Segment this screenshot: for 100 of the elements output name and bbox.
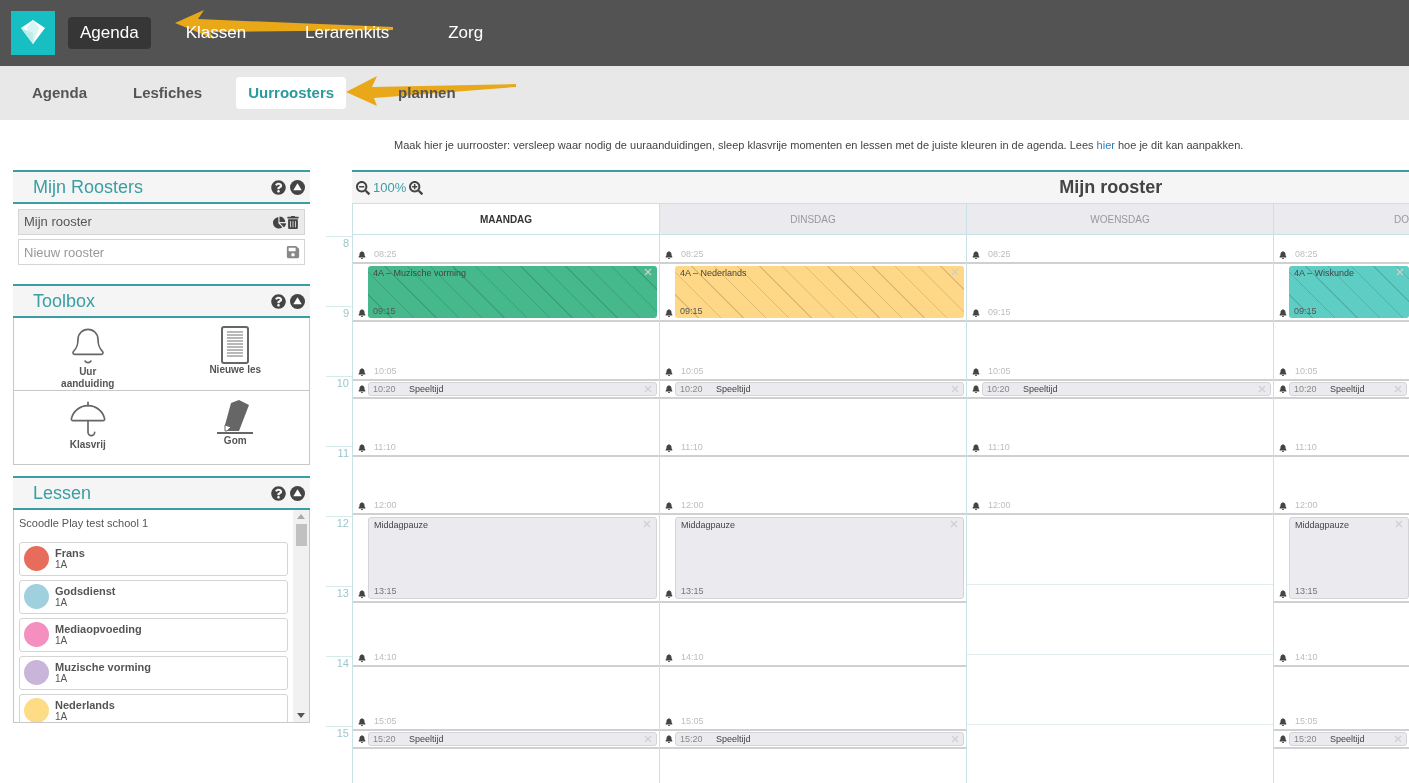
bell-icon[interactable] — [1279, 368, 1287, 376]
bell-icon[interactable] — [1279, 654, 1287, 662]
day-header[interactable]: DINSDAG — [660, 204, 966, 235]
bell-icon[interactable] — [665, 309, 673, 317]
bell-icon[interactable] — [1279, 718, 1287, 726]
break-block[interactable]: Middagpauze 13:15 — [675, 517, 964, 599]
bell-icon[interactable] — [665, 502, 673, 510]
bell-icon[interactable] — [665, 654, 673, 662]
tool-item[interactable]: Nieuwe les — [161, 318, 309, 391]
bell-icon[interactable] — [358, 251, 366, 259]
bell-icon[interactable] — [972, 444, 980, 452]
new-rooster-field[interactable]: Nieuw rooster — [18, 239, 305, 265]
bell-icon[interactable] — [972, 368, 980, 376]
block-title: Speeltijd — [409, 734, 445, 744]
trash-icon[interactable] — [287, 215, 299, 229]
help-icon[interactable] — [271, 485, 286, 501]
lesson-card[interactable]: Nederlands 1A — [19, 693, 288, 722]
sub-tab[interactable]: Agenda — [20, 77, 99, 109]
help-link[interactable]: hier — [1096, 139, 1115, 151]
bell-icon[interactable] — [665, 444, 673, 452]
tool-item[interactable]: Klasvrij — [14, 391, 162, 465]
bell-icon[interactable] — [972, 385, 980, 393]
sub-tab[interactable]: Uurroosters — [236, 77, 347, 109]
lesson-name: Mediaopvoeding — [55, 623, 142, 635]
break-block[interactable]: 15:20 Speeltijd — [675, 732, 964, 746]
bell-icon[interactable] — [665, 368, 673, 376]
block-title: 4A – Nederlands — [680, 268, 748, 279]
save-icon[interactable] — [286, 245, 300, 259]
day-header[interactable]: WOENSDAG — [967, 204, 1273, 235]
break-block[interactable]: 10:20 Speeltijd — [982, 382, 1271, 396]
lesson-card[interactable]: Muzische vorming 1A — [19, 655, 288, 690]
eraser-icon — [215, 399, 256, 435]
sub-tab[interactable]: Lesfiches — [121, 77, 215, 109]
bell-icon[interactable] — [1279, 590, 1287, 598]
bell-icon[interactable] — [1279, 309, 1287, 317]
bell-icon[interactable] — [1279, 502, 1287, 510]
document-icon — [221, 326, 250, 364]
nav-tab[interactable]: Agenda — [68, 17, 151, 49]
day-header[interactable]: DO — [1274, 204, 1409, 235]
bell-icon[interactable] — [1279, 385, 1287, 393]
bell-icon[interactable] — [358, 444, 366, 452]
rooster-item[interactable]: Mijn rooster — [18, 209, 305, 235]
lesson-block[interactable]: 4A – Muzische vorming 09:15 — [368, 266, 657, 318]
bell-icon[interactable] — [358, 654, 366, 662]
lesson-card[interactable]: Godsdienst 1A — [19, 579, 288, 614]
slot-time: 12:00 — [1295, 500, 1318, 510]
collapse-icon[interactable] — [290, 485, 305, 501]
lesson-block[interactable]: 4A – Wiskunde 09:15 — [1289, 266, 1409, 318]
bell-icon[interactable] — [665, 251, 673, 259]
break-block[interactable]: 10:20 Speeltijd — [368, 382, 657, 396]
lesson-card[interactable]: Mediaopvoeding 1A — [19, 617, 288, 652]
bell-icon[interactable] — [665, 735, 673, 743]
bell-icon[interactable] — [358, 502, 366, 510]
slot-time: 15:05 — [681, 716, 704, 726]
panel-title: Mijn Roosters — [32, 175, 145, 199]
scrollbar[interactable] — [293, 510, 309, 722]
lesson-block[interactable]: 4A – Nederlands 09:15 — [675, 266, 964, 318]
bell-icon[interactable] — [358, 368, 366, 376]
bell-icon[interactable] — [358, 590, 366, 598]
help-icon[interactable] — [271, 293, 286, 309]
bell-icon[interactable] — [972, 502, 980, 510]
lesson-card[interactable]: Frans 1A — [19, 541, 288, 576]
nav-tab[interactable]: Zorg — [436, 17, 496, 49]
panel-title: Lessen — [32, 481, 93, 505]
tool-item[interactable]: Uur aanduiding — [14, 318, 162, 391]
bell-icon[interactable] — [358, 385, 366, 393]
bell-icon[interactable] — [1279, 251, 1287, 259]
break-block[interactable]: 15:20 Speeltijd — [368, 732, 657, 746]
collapse-icon[interactable] — [290, 179, 305, 195]
zoom-level: 100% — [373, 178, 407, 197]
scroll-thumb[interactable] — [295, 524, 307, 546]
block-time: 15:20 — [1294, 734, 1318, 744]
bell-icon[interactable] — [358, 718, 366, 726]
slot-time: 14:10 — [681, 652, 704, 662]
slot-time: 10:05 — [681, 366, 704, 376]
bell-icon[interactable] — [1279, 444, 1287, 452]
bell-icon[interactable] — [358, 309, 366, 317]
break-block[interactable]: 10:20 Speeltijd — [675, 382, 964, 396]
break-block[interactable]: Middagpauze 13:15 — [368, 517, 657, 599]
hour-label: 10 — [335, 377, 350, 390]
bell-icon[interactable] — [1279, 735, 1287, 743]
bell-icon[interactable] — [665, 385, 673, 393]
block-time: 15:20 — [680, 734, 704, 744]
tool-item[interactable]: Gom — [161, 391, 309, 465]
zoom-out-icon[interactable] — [356, 180, 370, 195]
help-icon[interactable] — [271, 179, 286, 195]
school-name: Scoodle Play test school 1 — [19, 516, 150, 531]
bell-icon[interactable] — [665, 590, 673, 598]
pie-icon[interactable] — [273, 215, 286, 229]
bell-icon[interactable] — [665, 718, 673, 726]
zoom-in-icon[interactable] — [409, 180, 424, 195]
break-block[interactable]: 10:20 Speeltijd — [1289, 382, 1407, 396]
bell-icon[interactable] — [972, 309, 980, 317]
bell-icon[interactable] — [972, 251, 980, 259]
break-block[interactable]: 15:20 Speeltijd — [1289, 732, 1407, 746]
bell-icon[interactable] — [358, 735, 366, 743]
lesson-class: 1A — [55, 635, 68, 646]
block-time: 15:20 — [373, 734, 397, 744]
collapse-icon[interactable] — [290, 293, 305, 309]
break-block[interactable]: Middagpauze 13:15 — [1289, 517, 1409, 599]
